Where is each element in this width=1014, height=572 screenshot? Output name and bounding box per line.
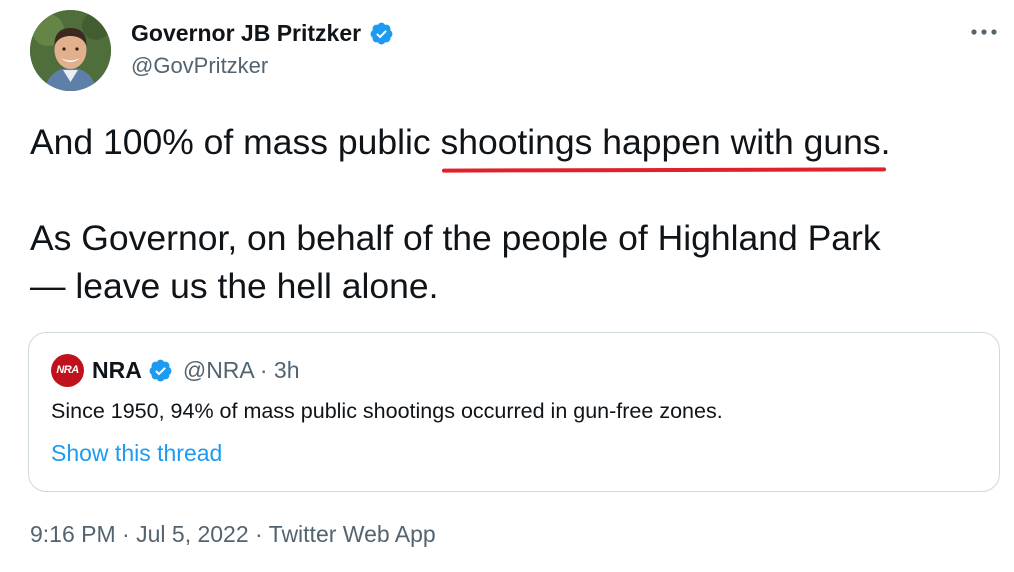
author-display-name[interactable]: Governor JB Pritzker <box>131 20 361 47</box>
avatar-photo <box>30 10 111 91</box>
tweet-timestamp: 9:16 PM · Jul 5, 2022 · Twitter Web App <box>30 521 436 548</box>
quoted-tweet-text: Since 1950, 94% of mass public shootings… <box>51 399 723 423</box>
more-dots-icon <box>971 29 997 35</box>
footer-separator: · <box>248 521 269 547</box>
tweet-text: And 100% of mass public shootings happen… <box>30 118 1000 310</box>
author-avatar[interactable] <box>30 10 111 91</box>
footer-separator: · <box>115 521 137 547</box>
nra-avatar: NRA <box>51 353 84 387</box>
tweet-line-1-start: And 100% of mass public <box>30 122 441 162</box>
tweet-line-1: And 100% of mass public shootings happen… <box>30 118 1000 166</box>
author-handle[interactable]: @GovPritzker <box>131 53 268 79</box>
underlined-phrase: shootings happen with guns <box>440 118 880 166</box>
more-options-button[interactable] <box>968 20 1000 44</box>
tweet-line-3: — leave us the hell alone. <box>30 266 439 306</box>
show-thread-link[interactable]: Show this thread <box>51 440 222 467</box>
tweet-source-link[interactable]: Twitter Web App <box>269 521 436 547</box>
quoted-handle-and-time: @NRA · 3h <box>182 356 300 383</box>
verified-badge-icon <box>148 358 173 383</box>
tweet: Governor JB Pritzker @GovPritzker And 10… <box>0 0 1014 572</box>
tweet-date-link[interactable]: Jul 5, 2022 <box>136 521 249 547</box>
quoted-tweet-header: NRA NRA @NRA · 3h <box>51 353 300 387</box>
verified-badge-icon <box>369 21 394 46</box>
author-name-row: Governor JB Pritzker <box>131 18 394 48</box>
tweet-line-1-end: . <box>880 122 891 162</box>
tweet-time-link[interactable]: 9:16 PM <box>30 521 116 547</box>
tweet-line-2: As Governor, on behalf of the people of … <box>30 218 881 258</box>
quoted-author-name: NRA <box>92 356 142 383</box>
quoted-tweet-card[interactable]: NRA NRA @NRA · 3h Since 1950, 94% of mas… <box>28 332 1000 492</box>
